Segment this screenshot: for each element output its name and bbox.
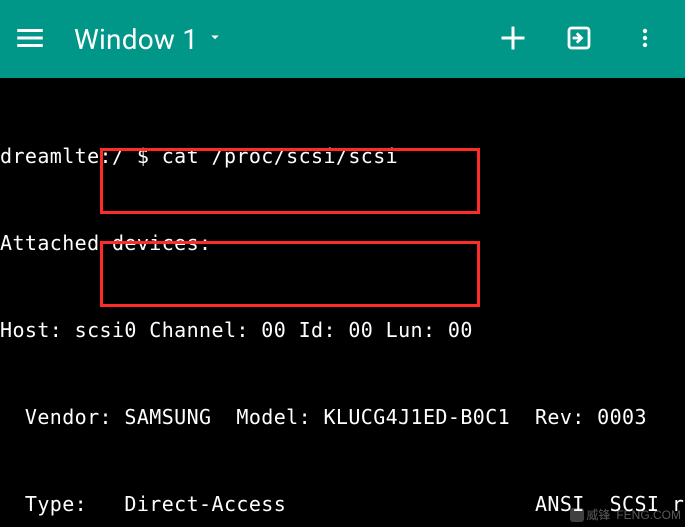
- terminal-line: Vendor: SAMSUNG Model: KLUCG4J1ED-B0C1 R…: [0, 403, 685, 432]
- terminal-line: Type: Direct-Access ANSI SCSI revis: [0, 490, 685, 519]
- toolbar-left: Window 1: [8, 17, 224, 61]
- window-selector[interactable]: Window 1: [68, 23, 224, 56]
- terminal-output[interactable]: dreamlte:/ $ cat /proc/scsi/scsi Attache…: [0, 78, 685, 527]
- dropdown-icon: [206, 28, 224, 50]
- terminal-line: dreamlte:/ $ cat /proc/scsi/scsi: [0, 142, 685, 171]
- more-button[interactable]: [623, 17, 667, 61]
- plus-icon: [498, 23, 528, 56]
- terminal-line: Attached devices:: [0, 229, 685, 258]
- more-vert-icon: [633, 23, 657, 56]
- toolbar-right: [491, 17, 677, 61]
- menu-button[interactable]: [8, 17, 52, 61]
- new-window-button[interactable]: [491, 17, 535, 61]
- menu-icon: [15, 23, 45, 56]
- export-button[interactable]: [557, 17, 601, 61]
- window-title: Window 1: [74, 23, 198, 56]
- open-in-new-icon: [564, 23, 594, 56]
- terminal-line: Host: scsi0 Channel: 00 Id: 00 Lun: 00: [0, 316, 685, 345]
- toolbar: Window 1: [0, 0, 685, 78]
